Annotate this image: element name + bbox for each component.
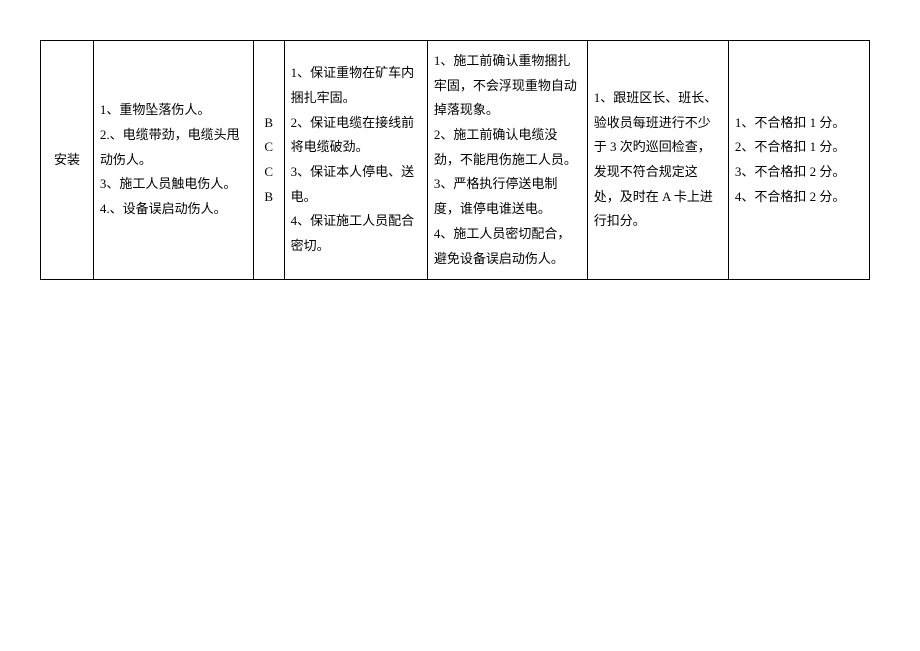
level-item: B xyxy=(260,185,278,210)
level-item: B xyxy=(260,111,278,136)
guarantee-item: 2、保证电缆在接线前将电缆破劲。 xyxy=(291,111,421,160)
guarantee-item: 1、保证重物在矿车内捆扎牢固。 xyxy=(291,61,421,110)
penalty-item: 1、不合格扣 1 分。 xyxy=(735,111,863,136)
measure-item: 2、施工前确认电缆没劲，不能甩伤施工人员。 xyxy=(434,123,581,172)
safety-table: 安装 1、重物坠落伤人。 2.、电缆带劲，电缆头甩动伤人。 3、施工人员触电伤人… xyxy=(40,40,870,280)
measure-item: 4、施工人员密切配合，避免设备误启动伤人。 xyxy=(434,222,581,271)
cell-level: B C C B xyxy=(253,41,284,280)
hazard-item: 2.、电缆带劲，电缆头甩动伤人。 xyxy=(100,123,247,172)
cell-inspection: 1、跟班区长、班长、验收员每班进行不少于 3 次旳巡回检查，发现不符合规定这处，… xyxy=(587,41,728,280)
measure-item: 3、严格执行停送电制度，谁停电谁送电。 xyxy=(434,172,581,221)
level-item: C xyxy=(260,160,278,185)
guarantee-item: 3、保证本人停电、送电。 xyxy=(291,160,421,209)
measure-item: 1、施工前确认重物捆扎牢固，不会浮现重物自动掉落现象。 xyxy=(434,49,581,123)
guarantee-item: 4、保证施工人员配合密切。 xyxy=(291,209,421,258)
hazard-item: 3、施工人员触电伤人。 xyxy=(100,172,247,197)
cell-hazards: 1、重物坠落伤人。 2.、电缆带劲，电缆头甩动伤人。 3、施工人员触电伤人。 4… xyxy=(93,41,253,280)
cell-penalty: 1、不合格扣 1 分。 2、不合格扣 1 分。 3、不合格扣 2 分。 4、不合… xyxy=(728,41,869,280)
penalty-item: 3、不合格扣 2 分。 xyxy=(735,160,863,185)
hazard-item: 1、重物坠落伤人。 xyxy=(100,98,247,123)
task-text: 安装 xyxy=(54,152,80,167)
table-row: 安装 1、重物坠落伤人。 2.、电缆带劲，电缆头甩动伤人。 3、施工人员触电伤人… xyxy=(41,41,870,280)
penalty-item: 2、不合格扣 1 分。 xyxy=(735,135,863,160)
cell-task: 安装 xyxy=(41,41,94,280)
cell-measures: 1、施工前确认重物捆扎牢固，不会浮现重物自动掉落现象。 2、施工前确认电缆没劲，… xyxy=(427,41,587,280)
cell-guarantees: 1、保证重物在矿车内捆扎牢固。 2、保证电缆在接线前将电缆破劲。 3、保证本人停… xyxy=(284,41,427,280)
penalty-item: 4、不合格扣 2 分。 xyxy=(735,185,863,210)
inspection-text: 1、跟班区长、班长、验收员每班进行不少于 3 次旳巡回检查，发现不符合规定这处，… xyxy=(594,90,718,228)
level-item: C xyxy=(260,135,278,160)
hazard-item: 4.、设备误启动伤人。 xyxy=(100,197,247,222)
